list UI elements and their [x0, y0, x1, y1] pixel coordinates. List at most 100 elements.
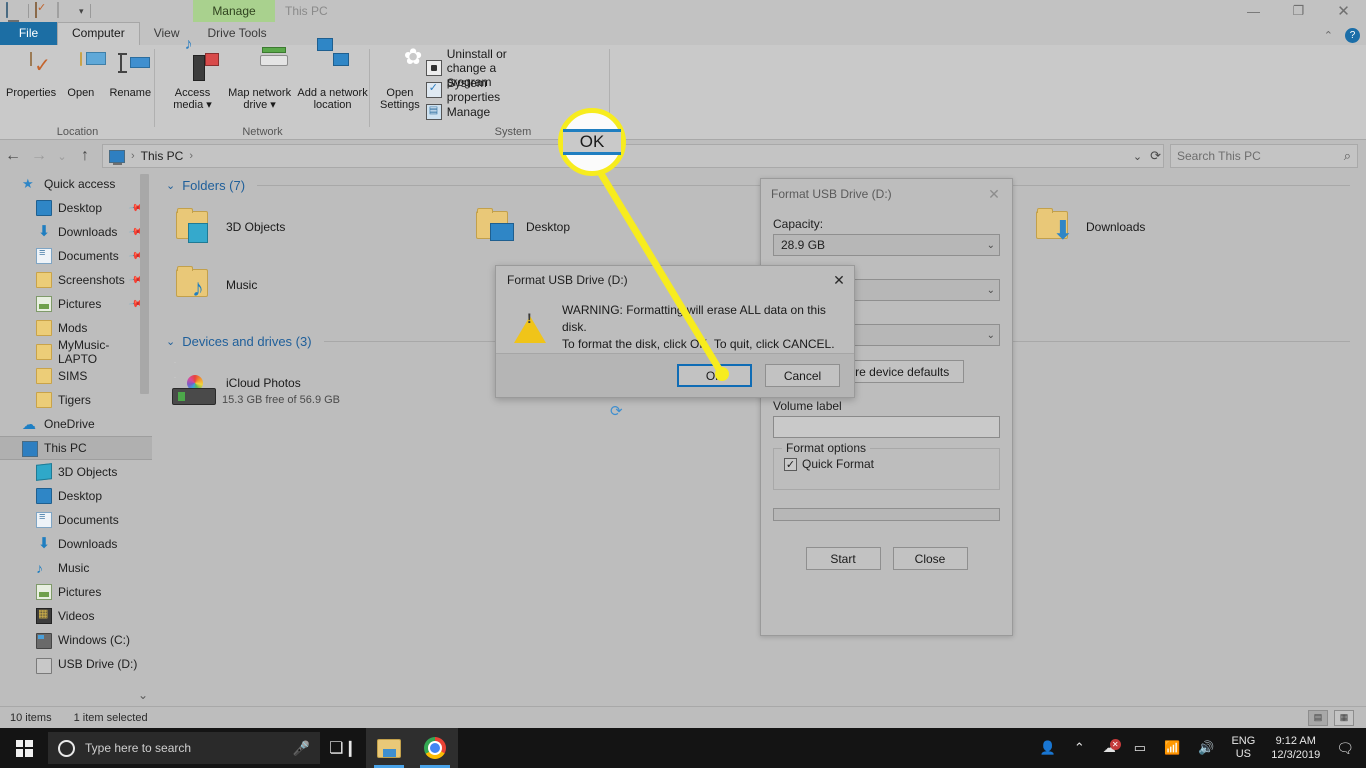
large-icons-view-button[interactable]: ▦: [1334, 709, 1354, 726]
wifi-icon[interactable]: 📶: [1155, 740, 1189, 756]
back-button[interactable]: ←: [0, 143, 26, 169]
taskbar-search-input[interactable]: Type here to search 🎤: [48, 732, 320, 764]
rename-button[interactable]: Rename: [106, 49, 155, 121]
this-pc-icon[interactable]: [6, 2, 22, 19]
close-icon[interactable]: ✕: [980, 181, 1008, 207]
show-hidden-icons-icon[interactable]: ⌃: [1065, 740, 1094, 756]
sidebar-item-desktop[interactable]: Desktop 📌: [0, 196, 152, 220]
tab-drive-tools[interactable]: Drive Tools: [193, 22, 280, 45]
close-button[interactable]: ✕: [1321, 0, 1366, 22]
sidebar-item-music[interactable]: ♪ Music: [0, 556, 152, 580]
sidebar-item-this-pc[interactable]: This PC: [0, 436, 152, 460]
open-settings-button[interactable]: Open Settings: [380, 49, 420, 121]
action-center-icon[interactable]: 🗨: [1328, 740, 1366, 757]
sidebar-item-mymusic-lapto[interactable]: MyMusic-LAPTO: [0, 338, 152, 366]
sidebar-item-mods[interactable]: Mods: [0, 316, 152, 340]
cloud-icon: ☁: [22, 416, 36, 432]
volume-icon[interactable]: 🔊: [1189, 740, 1223, 756]
contextual-tab-group-manage[interactable]: Manage: [193, 0, 275, 22]
sidebar-item-sims[interactable]: SIMS: [0, 364, 152, 388]
microphone-icon[interactable]: 🎤: [293, 740, 310, 757]
sidebar-item-usb-drive-d[interactable]: USB Drive (D:): [0, 652, 152, 676]
onedrive-error-icon[interactable]: ☁ ✕: [1094, 739, 1125, 756]
list-item[interactable]: Desktop: [466, 198, 766, 256]
add-network-location-button[interactable]: Add a network location: [295, 38, 370, 121]
up-button[interactable]: ↑: [72, 143, 98, 169]
start-button[interactable]: Start: [805, 547, 881, 570]
help-icon[interactable]: ?: [1345, 28, 1360, 43]
people-icon[interactable]: 👤: [1031, 740, 1065, 756]
tab-file[interactable]: File: [0, 22, 57, 45]
sidebar-item-tigers[interactable]: Tigers: [0, 388, 152, 412]
taskbar-app-file-explorer[interactable]: [366, 728, 412, 768]
map-network-drive-button[interactable]: Map network drive ▾: [224, 47, 295, 121]
task-view-button[interactable]: ❏❙: [320, 728, 366, 768]
address-dropdown-icon[interactable]: ⌄: [1133, 150, 1142, 163]
system-properties-button[interactable]: System properties: [424, 76, 522, 104]
access-media-button[interactable]: ♪ Access media ▾: [161, 37, 224, 121]
maximize-button[interactable]: ❐: [1276, 0, 1321, 22]
close-icon[interactable]: ✕: [824, 267, 854, 293]
recent-locations-button[interactable]: ⌄: [52, 143, 72, 169]
battery-icon[interactable]: ▭: [1125, 740, 1155, 756]
sidebar-item-downloads[interactable]: ⬇ Downloads 📌: [0, 220, 152, 244]
refresh-icon[interactable]: ⟳: [1150, 148, 1161, 164]
sidebar-item-onedrive[interactable]: ☁ OneDrive: [0, 412, 152, 436]
taskbar-app-google-chrome[interactable]: [412, 728, 458, 768]
chrome-icon: [424, 737, 446, 759]
clock[interactable]: 9:12 AM 12/3/2019: [1263, 734, 1328, 762]
sidebar-item-videos[interactable]: Videos: [0, 604, 152, 628]
capacity-select[interactable]: 28.9 GB ⌄: [773, 234, 1000, 256]
sidebar-item-pictures[interactable]: Pictures 📌: [0, 292, 152, 316]
close-button[interactable]: Close: [892, 547, 968, 570]
address-bar: ← → ⌄ ↑ › This PC › ⌄ ⟳ Search This PC ⌕: [0, 140, 1366, 172]
scrollbar-thumb[interactable]: [140, 174, 149, 394]
volume-label-label: Volume label: [773, 399, 842, 413]
list-item[interactable]: 3D Objects: [166, 198, 466, 256]
breadcrumb-this-pc[interactable]: This PC: [141, 149, 184, 163]
button-label: Manage: [446, 105, 491, 119]
folder-downloads-icon: ⬇: [1034, 207, 1076, 247]
usb-drive-icon: [36, 658, 52, 674]
quick-format-row[interactable]: ✓ Quick Format: [784, 457, 989, 471]
search-input[interactable]: Search This PC ⌕: [1170, 144, 1358, 168]
divider: [89, 4, 91, 18]
forward-button[interactable]: →: [26, 143, 52, 169]
list-item[interactable]: ⬇ Downloads: [1026, 198, 1326, 256]
chevron-right-icon[interactable]: ›: [183, 150, 199, 162]
chevron-down-icon[interactable]: ▾: [79, 6, 84, 17]
properties-icon[interactable]: [35, 2, 51, 19]
start-button[interactable]: [0, 728, 48, 768]
sidebar-item-label: Desktop: [58, 201, 103, 215]
list-item[interactable]: ♪ Music: [166, 256, 466, 314]
sidebar-item-label: Screenshots: [58, 273, 125, 287]
sidebar-item-screenshots[interactable]: Screenshots 📌: [0, 268, 152, 292]
sidebar-item-quick-access[interactable]: ★ Quick access: [0, 172, 152, 196]
quick-format-checkbox[interactable]: ✓: [784, 457, 797, 471]
sidebar-item-windows-c[interactable]: Windows (C:): [0, 628, 152, 652]
sidebar-item-label: Mods: [58, 321, 88, 335]
sidebar-item-downloads[interactable]: ⬇ Downloads: [0, 532, 152, 556]
file-explorer-icon: [377, 738, 401, 758]
cancel-button[interactable]: Cancel: [765, 364, 840, 387]
open-button[interactable]: Open: [56, 49, 105, 121]
new-folder-icon[interactable]: [57, 2, 73, 19]
volume-label-input[interactable]: [773, 416, 1000, 438]
manage-button[interactable]: Manage: [424, 101, 522, 123]
tab-computer[interactable]: Computer: [57, 22, 140, 45]
sidebar-item-documents[interactable]: Documents📌: [0, 244, 152, 268]
sidebar-item-documents[interactable]: Documents: [0, 508, 152, 532]
scroll-down-icon[interactable]: ⌄: [138, 688, 148, 702]
properties-button[interactable]: Properties: [6, 49, 56, 121]
collapse-ribbon-icon[interactable]: ⌃: [1324, 29, 1333, 42]
sidebar-item-desktop[interactable]: Desktop: [0, 484, 152, 508]
ok-button[interactable]: OK: [677, 364, 752, 387]
group-header-folders[interactable]: ⌄ Folders (7): [152, 172, 1366, 198]
language-indicator[interactable]: ENG US: [1223, 735, 1263, 761]
sidebar-item-pictures[interactable]: Pictures: [0, 580, 152, 604]
minimize-button[interactable]: —: [1231, 0, 1276, 22]
sidebar-item-3d-objects[interactable]: 3D Objects: [0, 460, 152, 484]
breadcrumb[interactable]: › This PC › ⌄ ⟳: [102, 144, 1164, 168]
details-view-button[interactable]: ▤: [1308, 709, 1328, 726]
format-options-group: Format options ✓ Quick Format: [773, 441, 1000, 490]
